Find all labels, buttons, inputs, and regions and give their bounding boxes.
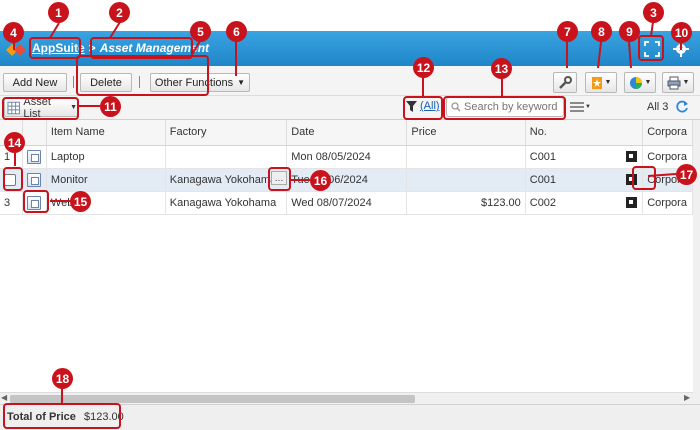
- callout-badge: 10: [671, 22, 692, 43]
- highlight-delete: [76, 55, 209, 96]
- add-new-button[interactable]: Add New: [3, 73, 67, 92]
- bookmark-icon: [591, 76, 602, 89]
- date-cell[interactable]: Tue 08/06/2024: [286, 168, 408, 192]
- item-name-cell[interactable]: Laptop: [46, 145, 166, 169]
- date-cell[interactable]: Mon 08/05/2024: [286, 145, 408, 169]
- toolbar-divider: [73, 76, 74, 88]
- price-cell[interactable]: [406, 168, 526, 192]
- no-cell[interactable]: C001: [525, 168, 644, 192]
- table-row[interactable]: 3 Web Kanagawa Yokohama Wed 08/07/2024 $…: [0, 191, 693, 215]
- callout-badge: 8: [591, 21, 612, 42]
- chevron-down-icon: ▼: [604, 79, 612, 86]
- corporation-cell[interactable]: Corpora: [642, 191, 693, 215]
- callout-badge: 3: [643, 2, 664, 23]
- callout-badge: 7: [557, 21, 578, 42]
- no-value: C001: [529, 173, 557, 186]
- scroll-right-icon[interactable]: ▶: [684, 393, 690, 402]
- callout-badge: 6: [226, 21, 247, 42]
- item-name-cell[interactable]: Web: [46, 191, 166, 215]
- price-cell[interactable]: $123.00: [406, 191, 526, 215]
- highlight-filter: [403, 96, 443, 120]
- callout-badge: 16: [310, 170, 331, 191]
- scrollbar-thumb[interactable]: [10, 395, 415, 403]
- callout-badge: 5: [190, 21, 211, 42]
- table-row[interactable]: 1 Laptop Mon 08/05/2024 C001 Corpora: [0, 145, 693, 169]
- chevron-down-icon: ▼: [585, 104, 591, 110]
- detail-view-icon[interactable]: [27, 149, 42, 164]
- column-header[interactable]: No.: [525, 120, 644, 146]
- callout-badge: 17: [676, 164, 697, 185]
- column-header[interactable]: Price: [406, 120, 526, 146]
- refresh-icon: [676, 100, 688, 113]
- wrench-icon: [559, 75, 572, 89]
- refresh-button[interactable]: [675, 100, 689, 114]
- link-icon[interactable]: [626, 150, 638, 162]
- row-detail-cell: [22, 145, 47, 169]
- highlight-app-link: [29, 37, 81, 59]
- callout-badge: 2: [109, 2, 130, 23]
- chevron-down-icon: ▼: [644, 79, 652, 86]
- callout-badge: 4: [3, 22, 24, 43]
- asset-table: Item Name Factory Date Price No. Corpora…: [0, 120, 693, 390]
- table-row[interactable]: Monitor Kanagawa Yokohama Tue 08/06/2024…: [0, 168, 693, 192]
- callout-badge: 18: [52, 368, 73, 389]
- highlight-checkbox: [3, 167, 23, 191]
- no-cell[interactable]: C002: [525, 191, 644, 215]
- bookmark-button[interactable]: ▼: [585, 72, 617, 93]
- icon-header: [22, 120, 47, 146]
- highlight-total: [3, 403, 121, 429]
- scroll-left-icon[interactable]: ◀: [1, 393, 7, 402]
- row-detail-cell: [22, 168, 47, 192]
- chevron-down-icon: ▼: [682, 79, 690, 86]
- tools-button[interactable]: [553, 72, 577, 93]
- list-menu-icon: [570, 102, 584, 112]
- link-icon[interactable]: [626, 196, 638, 208]
- column-header[interactable]: Corpora: [642, 120, 693, 146]
- no-cell[interactable]: C001: [525, 145, 644, 169]
- record-count: All 3: [647, 101, 669, 113]
- no-value: C001: [529, 150, 557, 163]
- highlight-detail-icon: [23, 190, 49, 213]
- row-index: 3: [0, 191, 24, 215]
- highlight-link-icon: [632, 166, 656, 190]
- column-header[interactable]: Item Name: [46, 120, 166, 146]
- factory-cell[interactable]: Kanagawa Yokohama: [165, 191, 288, 215]
- highlight-asset-list: [2, 97, 79, 120]
- printer-icon: [667, 76, 681, 89]
- callout-badge: 13: [491, 58, 512, 79]
- highlight-inline-edit: [268, 167, 291, 191]
- price-cell[interactable]: [406, 145, 526, 169]
- callout-badge: 14: [4, 132, 25, 153]
- column-menu-button[interactable]: ▼: [570, 100, 592, 114]
- detail-view-icon[interactable]: [27, 172, 42, 187]
- print-button[interactable]: ▼: [662, 72, 694, 93]
- callout-badge: 1: [48, 2, 69, 23]
- factory-cell[interactable]: [165, 145, 288, 169]
- pie-chart-icon: [629, 76, 642, 89]
- highlight-fullscreen: [638, 35, 664, 61]
- callout-badge: 9: [619, 21, 640, 42]
- item-name-cell[interactable]: Monitor: [46, 168, 166, 192]
- table-header-row: Item Name Factory Date Price No. Corpora: [0, 120, 693, 146]
- column-header[interactable]: Date: [286, 120, 408, 146]
- callout-badge: 12: [413, 57, 434, 78]
- column-header[interactable]: Factory: [165, 120, 288, 146]
- callout-badge: 15: [70, 191, 91, 212]
- vertical-scrollbar[interactable]: [693, 120, 700, 404]
- date-cell[interactable]: Wed 08/07/2024: [286, 191, 408, 215]
- highlight-search: [443, 96, 566, 120]
- app-logo-icon[interactable]: [6, 42, 28, 58]
- callout-badge: 11: [100, 96, 121, 117]
- no-value: C002: [529, 196, 557, 209]
- chevron-down-icon: ▼: [237, 78, 246, 87]
- chart-button[interactable]: ▼: [624, 72, 656, 93]
